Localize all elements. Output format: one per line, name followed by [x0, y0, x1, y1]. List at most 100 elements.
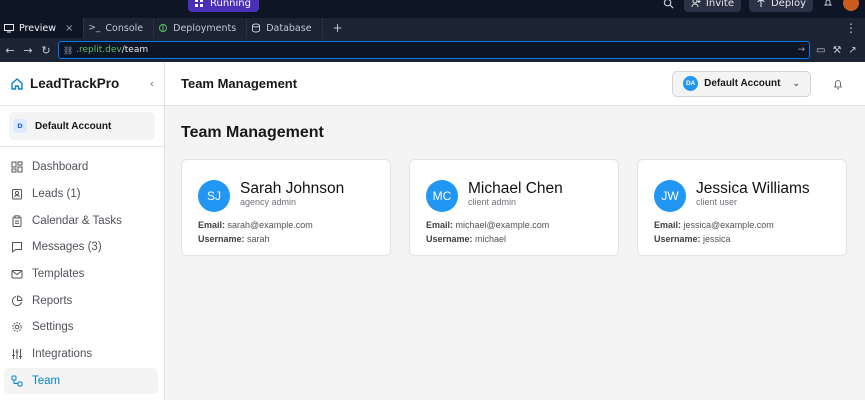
terminal-icon: >_ — [88, 23, 101, 33]
gear-icon — [12, 322, 22, 333]
app-root: LeadTrackPro ‹ D Default Account Dashboa… — [0, 62, 865, 400]
run-status-label: Running — [210, 0, 251, 9]
page-title: Team Management — [181, 124, 324, 141]
run-status-button[interactable]: Running — [188, 0, 259, 12]
sidebar-item-label: Templates — [32, 268, 85, 281]
brand-name: LeadTrackPro — [30, 76, 120, 91]
sidebar-item-label: Reports — [32, 294, 73, 307]
go-arrow-icon[interactable]: → — [797, 45, 805, 55]
deploy-icon — [159, 24, 168, 32]
ide-top-actions: Invite Deploy — [662, 0, 865, 12]
wrench-icon[interactable]: ⚒ — [832, 45, 841, 56]
clipboard-icon — [12, 215, 22, 227]
member-card[interactable]: MC Michael Chen client admin Email: mich… — [409, 159, 619, 256]
grid-icon — [11, 161, 23, 173]
tab-preview[interactable]: Preview × — [0, 18, 85, 38]
tab-database[interactable]: Database — [247, 18, 323, 38]
member-email: jessica@example.com — [683, 220, 774, 230]
account-badge: D — [13, 119, 27, 133]
back-arrow-icon[interactable]: ← — [4, 44, 16, 57]
database-icon — [252, 23, 261, 33]
sidebar: LeadTrackPro ‹ D Default Account Dashboa… — [0, 62, 165, 400]
tab-deployments[interactable]: Deployments — [154, 18, 248, 38]
tab-label: Deployments — [173, 22, 237, 34]
member-card[interactable]: JW Jessica Williams client user Email: j… — [637, 159, 847, 256]
add-tab-button[interactable]: + — [323, 18, 353, 38]
sidebar-item-messages[interactable]: Messages (3) — [4, 234, 158, 261]
deploy-button[interactable]: Deploy — [748, 0, 813, 12]
sliders-icon — [12, 349, 22, 360]
url-domain: .replit.dev — [76, 45, 122, 55]
tab-label: Preview — [19, 22, 56, 34]
ide-tab-strip: Preview × >_ Console Deployments Databas… — [0, 18, 865, 38]
member-name: Michael Chen — [468, 180, 563, 197]
sidebar-item-settings[interactable]: Settings — [4, 314, 158, 341]
notifications-icon[interactable] — [821, 0, 835, 10]
member-card[interactable]: SJ Sarah Johnson agency admin Email: sar… — [181, 159, 391, 256]
sidebar-item-calendar-tasks[interactable]: Calendar & Tasks — [4, 207, 158, 234]
member-role: agency admin — [240, 197, 297, 207]
username-label: Username: — [654, 234, 701, 244]
email-label: Email: — [654, 220, 682, 230]
account-switcher[interactable]: D Default Account — [9, 112, 155, 140]
sidebar-item-reports[interactable]: Reports — [4, 287, 158, 314]
header-title: Team Management — [181, 76, 298, 91]
user-avatar[interactable] — [843, 0, 859, 11]
message-icon — [12, 242, 22, 253]
divider — [0, 146, 164, 147]
member-role: client admin — [468, 197, 517, 207]
email-label: Email: — [198, 220, 226, 230]
email-label: Email: — [426, 220, 454, 230]
url-input[interactable]: ⛓ .replit.dev/team → — [58, 41, 810, 59]
bell-icon[interactable] — [831, 77, 845, 91]
sidebar-item-leads[interactable]: Leads (1) — [4, 181, 158, 208]
url-path: /team — [121, 45, 149, 55]
sidebar-item-label: Team — [32, 374, 61, 387]
search-icon[interactable] — [662, 0, 676, 10]
sidebar-item-dashboard[interactable]: Dashboard — [4, 154, 158, 181]
forward-arrow-icon[interactable]: → — [22, 44, 34, 57]
sidebar-item-label: Dashboard — [32, 161, 89, 174]
sidebar-item-label: Leads (1) — [32, 188, 81, 201]
open-external-icon[interactable]: ↗ — [848, 45, 856, 56]
avatar: JW — [654, 180, 686, 212]
contact-icon — [12, 189, 22, 200]
sidebar-item-label: Calendar & Tasks — [32, 214, 122, 227]
account-avatar: DA — [683, 76, 699, 91]
home-icon — [11, 77, 23, 90]
sidebar-item-templates[interactable]: Templates — [4, 261, 158, 288]
team-members-grid: SJ Sarah Johnson agency admin Email: sar… — [181, 159, 847, 256]
account-select[interactable]: DA Default Account ⌄ — [672, 70, 811, 97]
add-user-icon — [691, 0, 701, 8]
member-email: sarah@example.com — [227, 220, 313, 230]
chevron-down-icon: ⌄ — [792, 78, 800, 88]
member-username: sarah — [247, 234, 270, 244]
tab-console[interactable]: >_ Console — [84, 18, 155, 38]
invite-button[interactable]: Invite — [683, 0, 741, 12]
sidebar-item-team[interactable]: Team — [4, 367, 158, 395]
deploy-icon — [757, 0, 765, 7]
monitor-icon — [4, 24, 14, 33]
mail-icon — [11, 270, 23, 279]
account-select-label: Default Account — [704, 78, 781, 89]
member-username: michael — [475, 234, 507, 244]
member-name: Sarah Johnson — [240, 180, 345, 197]
stop-icon — [195, 0, 203, 7]
close-icon[interactable]: × — [65, 23, 73, 34]
invite-label: Invite — [705, 0, 734, 9]
avatar: SJ — [198, 180, 230, 212]
brand-header: LeadTrackPro ‹ — [0, 62, 164, 106]
member-role: client user — [696, 197, 738, 207]
sidebar-item-label: Settings — [32, 321, 74, 334]
more-options-icon[interactable]: ⋮ — [837, 18, 865, 38]
account-name: Default Account — [35, 120, 112, 132]
sidebar-item-integrations[interactable]: Integrations — [4, 341, 158, 368]
tab-label: Console — [105, 22, 144, 34]
refresh-icon[interactable]: ↻ — [40, 44, 52, 57]
member-email: michael@example.com — [455, 220, 550, 230]
sidebar-item-label: Messages (3) — [32, 241, 102, 254]
pie-chart-icon — [11, 295, 23, 306]
username-label: Username: — [198, 234, 245, 244]
collapse-sidebar-icon[interactable]: ‹ — [150, 77, 154, 90]
devtools-icon[interactable]: ▭ — [816, 45, 825, 56]
